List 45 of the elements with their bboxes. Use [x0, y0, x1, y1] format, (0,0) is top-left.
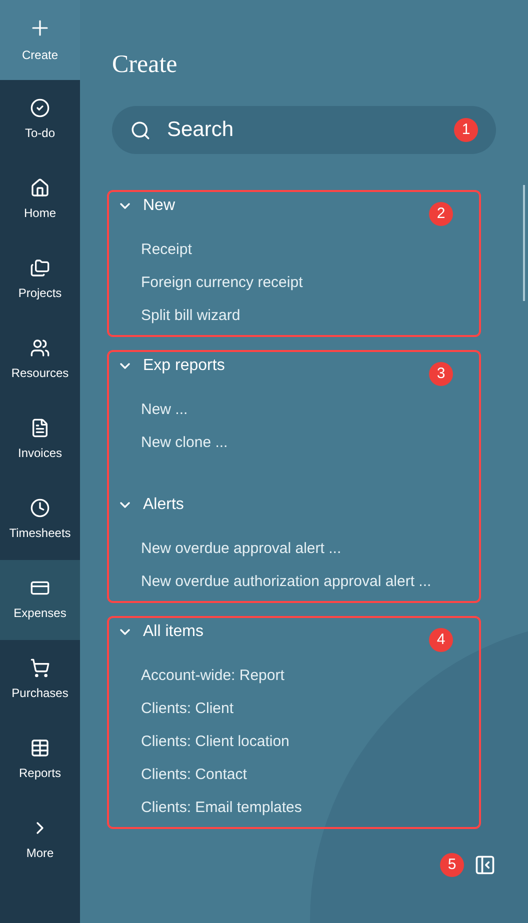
check-circle-icon	[30, 98, 50, 118]
menu-link[interactable]: Clients: Email templates	[109, 792, 479, 825]
folders-icon	[30, 258, 50, 278]
section-header[interactable]: New	[109, 192, 176, 220]
sidebar-item[interactable]: Reports	[0, 720, 80, 800]
menu-link[interactable]: New clone ...	[109, 427, 479, 460]
section-header[interactable]: Exp reports	[109, 352, 225, 380]
sidebar-item[interactable]: Create	[0, 0, 80, 80]
callout-number: 3	[429, 362, 453, 386]
sidebar-item[interactable]: Invoices	[0, 400, 80, 480]
menu-link[interactable]: Foreign currency receipt	[109, 267, 479, 300]
sidebar-item[interactable]: To-do	[0, 80, 80, 160]
menu-link[interactable]: Clients: Client	[109, 693, 479, 726]
sidebar-item[interactable]: Projects	[0, 240, 80, 320]
panel-title: Create	[112, 50, 178, 80]
menu-link[interactable]: Receipt	[109, 234, 479, 267]
sidebar-item[interactable]: More	[0, 800, 80, 880]
menu-link[interactable]: Account-wide: Report	[109, 660, 479, 693]
menu-link[interactable]: Split bill wizard	[109, 300, 479, 333]
section-header[interactable]: Alerts	[109, 491, 184, 519]
sidebar-item[interactable]: Home	[0, 160, 80, 240]
sidebar-item[interactable]: Resources	[0, 320, 80, 400]
menu-link[interactable]: New overdue authorization approval alert ...	[109, 566, 479, 599]
menu-link[interactable]: Clients: Client location	[109, 726, 479, 759]
clock-icon	[30, 498, 50, 518]
home-icon	[30, 178, 50, 198]
document-icon	[30, 418, 50, 438]
panel-collapse-icon	[474, 854, 496, 876]
section-header[interactable]: All items	[109, 618, 204, 646]
menu-link[interactable]: New ...	[109, 394, 479, 427]
sidebar-item[interactable]: Purchases	[0, 640, 80, 720]
collapse-panel-button[interactable]	[474, 854, 496, 876]
people-icon	[30, 338, 50, 358]
callout-number: 2	[429, 202, 453, 226]
search-input[interactable]: Search	[167, 114, 438, 146]
callout-number: 4	[429, 628, 453, 652]
sidebar-item[interactable]: Timesheets	[0, 480, 80, 560]
sidebar-item[interactable]: Expenses	[0, 560, 80, 640]
cart-icon	[30, 658, 50, 678]
callout-number: 1	[454, 118, 478, 142]
menu-link[interactable]: New overdue approval alert ...	[109, 533, 479, 566]
search-field[interactable]: Search 1	[112, 106, 496, 154]
table-icon	[30, 738, 50, 758]
menu-link[interactable]: Clients: Contact	[109, 759, 479, 792]
search-icon	[130, 120, 151, 140]
